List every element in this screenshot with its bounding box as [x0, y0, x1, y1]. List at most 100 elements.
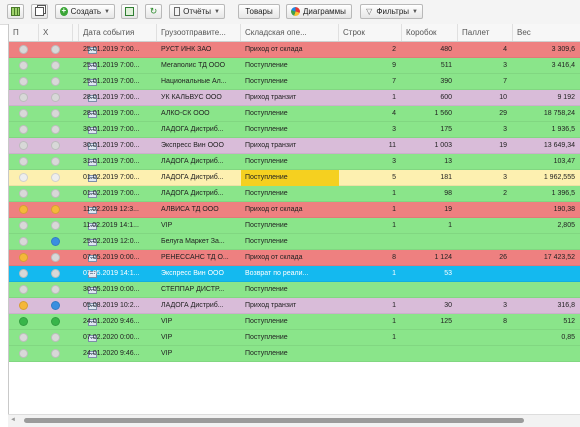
- x-status-indicator: [51, 125, 60, 134]
- table-row[interactable]: 31.01.2019 7:00... ЛАДОГА Дистриб... Посту…: [9, 154, 580, 170]
- report-icon: [174, 7, 181, 16]
- table-row[interactable]: 01.02.2019 7:00... ЛАДОГА Дистриб... Посту…: [9, 186, 580, 202]
- table-row[interactable]: 07.05.2019 0:00... РЕНЕССАНС ТД О... Прихо…: [9, 250, 580, 266]
- date-cell: 24.01.2020 9:46...: [83, 350, 140, 357]
- p-status-indicator: [19, 141, 28, 150]
- shipper-cell: АЛКО-СК ООО: [161, 110, 210, 117]
- column-header-weight[interactable]: Вес: [513, 24, 580, 41]
- date-cell: 07.05.2019 0:00...: [83, 254, 140, 261]
- table-row[interactable]: 30.05.2019 0:00... СТЕППАР ДИСТР... Поступ…: [9, 282, 580, 298]
- refresh-button[interactable]: ↻: [145, 4, 162, 19]
- date-cell: 05.08.2019 10:2...: [83, 302, 140, 309]
- column-header-p[interactable]: П: [9, 24, 39, 41]
- x-status-indicator: [51, 317, 60, 326]
- table-row[interactable]: 07.05.2019 14:1... Экспресс Вин ООО Возвра…: [9, 266, 580, 282]
- table-row[interactable]: 24.01.2020 9:46... VIP Поступление: [9, 346, 580, 362]
- column-header-pallets[interactable]: Паллет: [458, 24, 513, 41]
- column-header-shipper[interactable]: Грузоотправите...: [157, 24, 241, 41]
- lines-cell: 3: [392, 158, 396, 165]
- table-row[interactable]: 30.01.2019 7:00... ЛАДОГА Дистриб... Посту…: [9, 122, 580, 138]
- table-row[interactable]: 28.01.2019 7:00... АЛКО-СК ООО Поступление…: [9, 106, 580, 122]
- pallets-cell: [458, 234, 513, 250]
- diagrams-button[interactable]: Диаграммы: [286, 4, 352, 19]
- boxes-cell: 600: [440, 94, 452, 101]
- x-status-indicator: [51, 205, 60, 214]
- lines-cell: [339, 282, 402, 298]
- pallets-cell: [458, 154, 513, 170]
- p-status-indicator: [19, 189, 28, 198]
- table-row[interactable]: 01.02.2019 7:00... ЛАДОГА Дистриб... Посту…: [9, 170, 580, 186]
- lines-cell: [339, 234, 402, 250]
- table-row[interactable]: 11.02.2019 14:1... VIP Поступление 1 1 2,805: [9, 218, 580, 234]
- weight-cell: 9 192: [557, 94, 575, 101]
- weight-cell: 103,47: [553, 158, 575, 165]
- boxes-cell: [402, 282, 458, 298]
- column-header-lines[interactable]: Строк: [339, 24, 402, 41]
- table-row[interactable]: 25.02.2019 12:0... Белуга Маркет За... Пос…: [9, 234, 580, 250]
- shipper-cell: РЕНЕССАНС ТД О...: [161, 254, 229, 261]
- lines-cell: 1: [392, 318, 396, 325]
- table-row[interactable]: 25.01.2019 7:00... РУСТ ИНК ЗАО Приход от …: [9, 42, 580, 58]
- goods-button[interactable]: Товары: [238, 4, 280, 19]
- pallets-cell: 29: [499, 110, 507, 117]
- p-status-indicator: [19, 285, 28, 294]
- weight-cell: [513, 234, 580, 250]
- pie-chart-icon: [291, 7, 300, 16]
- date-cell: 30.01.2019 7:00...: [83, 126, 140, 133]
- lines-cell: 7: [392, 78, 396, 85]
- table-row[interactable]: 05.08.2019 10:2... ЛАДОГА Дистриб... Прихо…: [9, 298, 580, 314]
- pallets-cell: 3: [503, 174, 507, 181]
- operation-cell: Поступление: [245, 78, 288, 85]
- weight-cell: [513, 74, 580, 90]
- shipper-cell: ЛАДОГА Дистриб...: [161, 158, 224, 165]
- p-status-indicator: [19, 125, 28, 134]
- weight-cell: 18 758,24: [543, 110, 575, 117]
- boxes-cell: 30: [444, 302, 452, 309]
- table-row[interactable]: 25.01.2019 7:00... Мегаполис ТД ООО Поступ…: [9, 58, 580, 74]
- filters-button[interactable]: ▽ Фильтры ▼: [360, 4, 423, 19]
- boxes-cell: 98: [444, 190, 452, 197]
- create-button[interactable]: + Создать ▼: [55, 4, 115, 19]
- lines-cell: 1: [392, 94, 396, 101]
- date-cell: 24.01.2020 9:46...: [83, 318, 140, 325]
- x-status-indicator: [51, 349, 60, 358]
- table-row[interactable]: 11.02.2019 12:3... АЛВИСА ТД ООО Приход от…: [9, 202, 580, 218]
- grid-view-button[interactable]: [7, 4, 24, 19]
- table-row[interactable]: 28.01.2019 7:00... УК КАЛЬВУС ООО Приход т…: [9, 90, 580, 106]
- weight-cell: 1 396,5: [551, 190, 575, 197]
- operation-cell: Приход транзит: [245, 302, 297, 309]
- date-cell: 31.01.2019 7:00...: [83, 158, 140, 165]
- excel-icon: [125, 7, 134, 16]
- table-row[interactable]: 07.02.2020 0:00... VIP Поступление 1 0,85: [9, 330, 580, 346]
- boxes-cell: 125: [440, 318, 452, 325]
- lines-cell: 5: [392, 174, 396, 181]
- table-row[interactable]: 24.01.2020 9:46... VIP Поступление 1 125 8 512: [9, 314, 580, 330]
- column-header-operation[interactable]: Складская опе...: [241, 24, 339, 41]
- operation-cell: Приход от склада: [245, 46, 303, 53]
- copy-icon: [35, 7, 44, 16]
- shipper-cell: УК КАЛЬВУС ООО: [161, 94, 222, 101]
- shipper-cell: ЛАДОГА Дистриб...: [161, 174, 224, 181]
- column-header-date[interactable]: Дата события: [79, 24, 157, 41]
- filter-icon: ▽: [366, 7, 373, 16]
- boxes-cell: 53: [444, 270, 452, 277]
- date-cell: 30.05.2019 0:00...: [83, 286, 140, 293]
- scroll-left-icon[interactable]: ◄: [10, 417, 16, 423]
- p-status-indicator: [19, 253, 28, 262]
- column-header-x[interactable]: Х: [39, 24, 73, 41]
- export-excel-button[interactable]: [121, 4, 138, 19]
- scrollbar-thumb[interactable]: [24, 418, 524, 423]
- lines-cell: 3: [392, 126, 396, 133]
- lines-cell: 9: [392, 62, 396, 69]
- x-status-indicator: [51, 157, 60, 166]
- column-header-boxes[interactable]: Коробок: [402, 24, 458, 41]
- table-row[interactable]: 25.01.2019 7:00... Национальные Ал... Пост…: [9, 74, 580, 90]
- copy-button[interactable]: [31, 4, 48, 19]
- operation-cell: Поступление: [245, 222, 288, 229]
- reports-button[interactable]: Отчёты ▼: [169, 4, 225, 19]
- x-status-indicator: [51, 221, 60, 230]
- horizontal-scrollbar[interactable]: ◄: [8, 414, 580, 427]
- table-row[interactable]: 30.01.2019 7:00... Экспресс Вин ООО Приход…: [9, 138, 580, 154]
- date-cell: 25.02.2019 12:0...: [83, 238, 140, 245]
- shipper-cell: VIP: [161, 350, 173, 357]
